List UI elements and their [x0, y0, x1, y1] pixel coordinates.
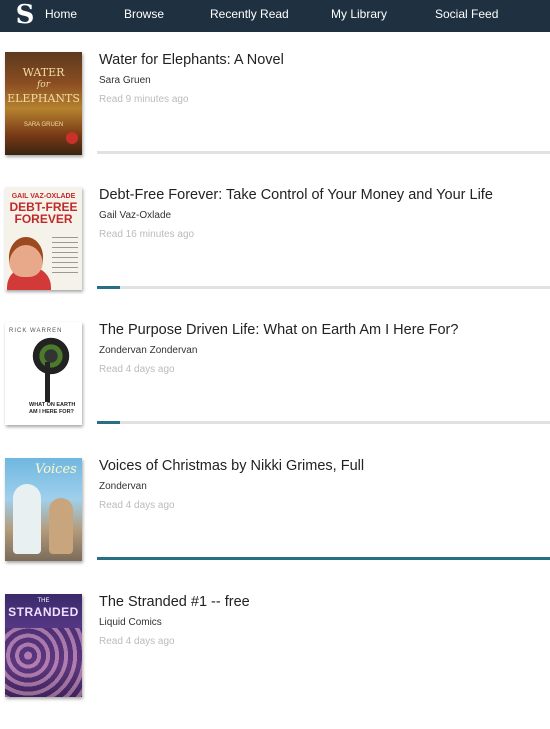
- nav-recently-read[interactable]: Recently Read: [210, 0, 289, 32]
- read-time: Read 4 days ago: [99, 636, 175, 647]
- book-title[interactable]: Water for Elephants: A Novel: [99, 52, 284, 68]
- cover-tree-illustration: [25, 336, 77, 376]
- reading-progress-fill: [97, 421, 120, 424]
- nav-home[interactable]: Home: [45, 0, 77, 32]
- nav-my-library[interactable]: My Library: [331, 0, 387, 32]
- cover-title-text: STRANDED: [8, 605, 79, 619]
- nav-social-feed[interactable]: Social Feed: [435, 0, 498, 32]
- cover-author-text: GAIL VAZ-OXLADE: [11, 193, 76, 200]
- cover-crowd-illustration: [5, 628, 82, 697]
- book-cover[interactable]: THE STRANDED: [5, 594, 82, 697]
- cover-tree-trunk: [45, 362, 50, 402]
- cover-blurb: [52, 237, 78, 277]
- book-title[interactable]: Debt-Free Forever: Take Control of Your …: [99, 187, 493, 203]
- book-author[interactable]: Gail Vaz-Oxlade: [99, 210, 171, 221]
- book-list-item[interactable]: RICK WARREN WHAT ON EARTH AM I HERE FOR?…: [0, 322, 550, 457]
- book-list-item[interactable]: WATER for ELEPHANTS SARA GRUEN Water for…: [0, 52, 550, 187]
- cover-title-text: Voices: [35, 462, 77, 477]
- reading-progress-bar: [97, 151, 550, 154]
- read-time: Read 16 minutes ago: [99, 229, 195, 240]
- book-title[interactable]: The Stranded #1 -- free: [99, 594, 250, 610]
- book-list-item[interactable]: Voices Voices of Christmas by Nikki Grim…: [0, 458, 550, 593]
- cover-title-text: DEBT-FREE FOREVER: [9, 200, 78, 226]
- reading-progress-fill: [97, 557, 550, 560]
- reading-progress-bar: [97, 421, 550, 424]
- book-author[interactable]: Zondervan: [99, 481, 147, 492]
- read-time: Read 9 minutes ago: [99, 94, 189, 105]
- cover-portrait: [9, 237, 43, 277]
- cover-title-prefix: THE: [37, 598, 50, 604]
- reading-progress-bar: [97, 557, 550, 560]
- book-cover[interactable]: WATER for ELEPHANTS SARA GRUEN: [5, 52, 82, 155]
- cover-title-text: WHAT ON EARTH AM I HERE FOR?: [29, 402, 76, 415]
- nav-browse[interactable]: Browse: [124, 0, 164, 32]
- cover-figure: [13, 484, 41, 554]
- cover-author-text: RICK WARREN: [9, 328, 63, 334]
- book-cover[interactable]: RICK WARREN WHAT ON EARTH AM I HERE FOR?: [5, 322, 82, 425]
- read-time: Read 4 days ago: [99, 500, 175, 511]
- book-author[interactable]: Sara Gruen: [99, 75, 151, 86]
- cover-author-text: SARA GRUEN: [23, 122, 64, 128]
- book-cover[interactable]: GAIL VAZ-OXLADE DEBT-FREE FOREVER: [5, 187, 82, 290]
- cover-badge: [66, 132, 78, 144]
- book-title[interactable]: The Purpose Driven Life: What on Earth A…: [99, 322, 458, 338]
- cover-title-text: WATER for ELEPHANTS: [7, 66, 80, 105]
- scribd-logo-icon[interactable]: S: [14, 2, 36, 28]
- book-cover[interactable]: Voices: [5, 458, 82, 561]
- book-title[interactable]: Voices of Christmas by Nikki Grimes, Ful…: [99, 458, 364, 474]
- book-list-item[interactable]: GAIL VAZ-OXLADE DEBT-FREE FOREVER Debt-F…: [0, 187, 550, 322]
- reading-progress-fill: [97, 286, 120, 289]
- reading-progress-bar: [97, 286, 550, 289]
- top-nav-bar: S Home Browse Recently Read My Library S…: [0, 0, 550, 32]
- cover-figure: [49, 498, 73, 554]
- book-author[interactable]: Liquid Comics: [99, 617, 162, 628]
- read-time: Read 4 days ago: [99, 364, 175, 375]
- book-author[interactable]: Zondervan Zondervan: [99, 345, 197, 356]
